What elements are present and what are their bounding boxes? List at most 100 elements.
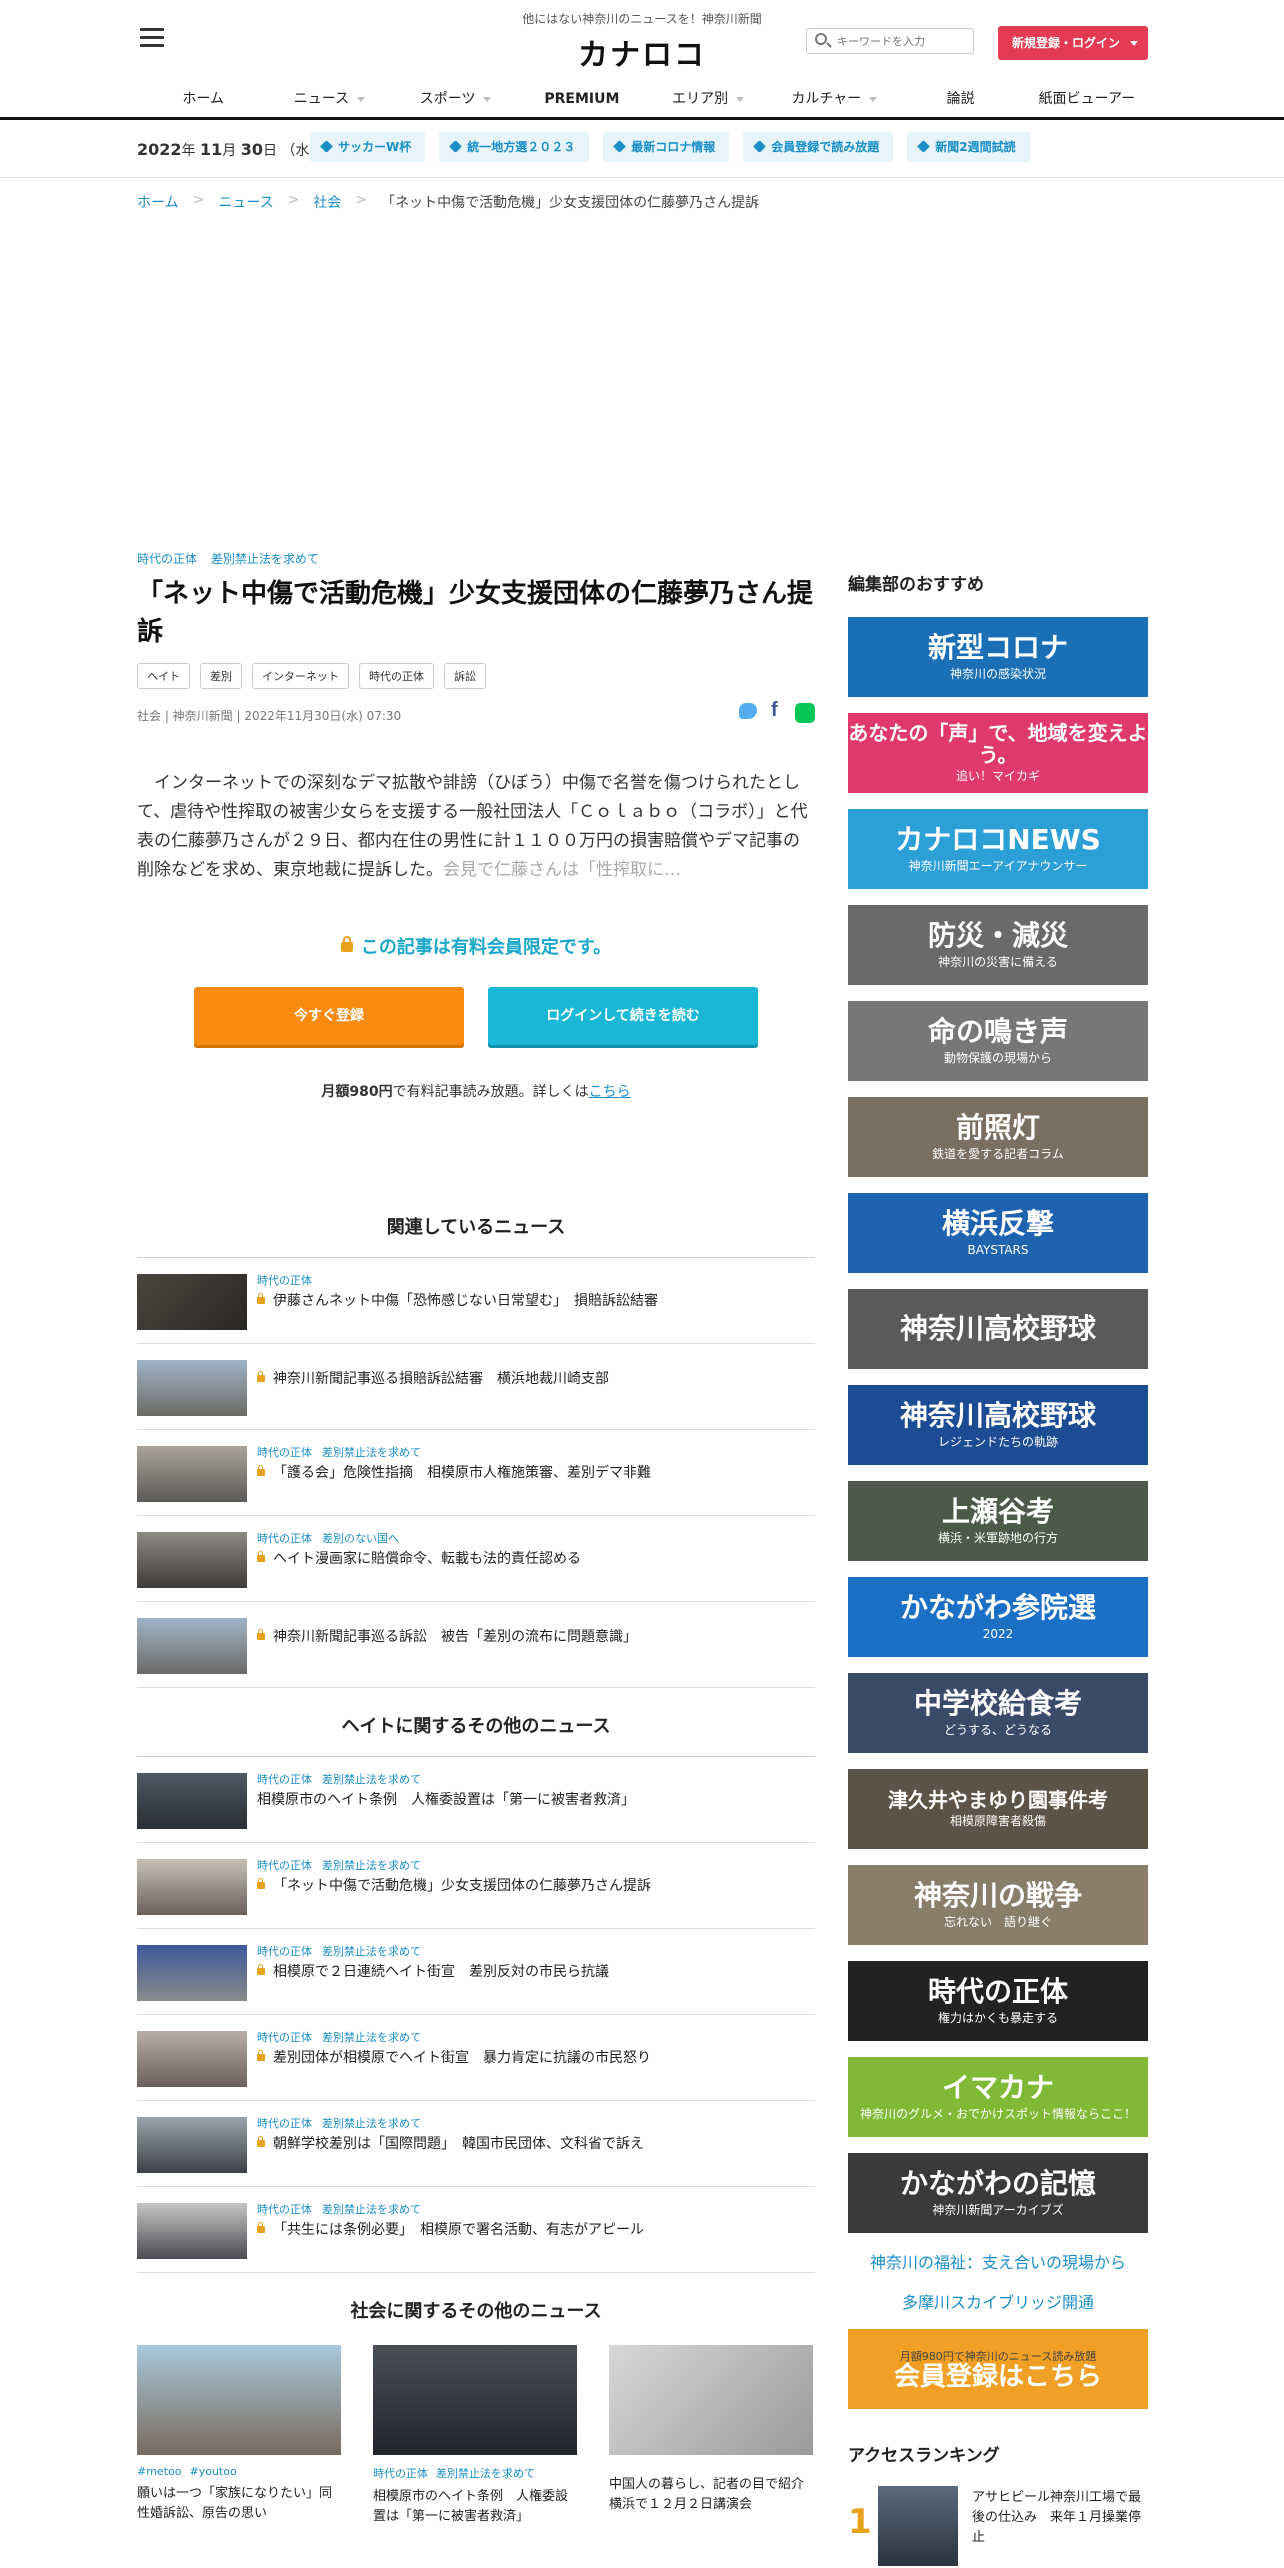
sidebar-link[interactable]: 神奈川の福祉：支え合いの現場から: [848, 2249, 1148, 2273]
news-row[interactable]: 時代の正体 差別禁止法を求めて 相模原市のヘイト条例 人権委設置は「第一に被害者救…: [137, 1757, 815, 1843]
news-tag[interactable]: 差別禁止法を求めて: [322, 1945, 421, 1958]
recommend-banner[interactable]: 前照灯 鉄道を愛する記者コラム: [848, 1097, 1148, 1177]
news-tag[interactable]: 時代の正体: [257, 2203, 312, 2216]
news-row[interactable]: 神奈川新聞記事巡る損賠訴訟結審 横浜地裁川崎支部: [137, 1344, 815, 1430]
category-link[interactable]: 差別禁止法を求めて: [211, 552, 319, 566]
news-headline[interactable]: 朝鮮学校差別は「国際問題」 韓国市民団体、文科省で訴え: [273, 2136, 644, 2152]
news-tag[interactable]: 時代の正体: [257, 1274, 312, 1287]
news-row[interactable]: 時代の正体 差別禁止法を求めて 相模原で２日連続ヘイト街宣 差別反対の市民ら抗議: [137, 1929, 815, 2015]
recommend-banner[interactable]: あなたの「声」で、地域を変えよう。 追い！マイカギ: [848, 713, 1148, 793]
keyword-tag[interactable]: ヘイト: [137, 663, 190, 689]
keyword-tag[interactable]: インターネット: [252, 663, 349, 689]
recommend-banner[interactable]: 新型コロナ 神奈川の感染状況: [848, 617, 1148, 697]
news-tag[interactable]: 差別のない国へ: [322, 1532, 399, 1545]
news-headline[interactable]: 相模原で２日連続ヘイト街宣 差別反対の市民ら抗議: [273, 1964, 609, 1980]
news-row[interactable]: 時代の正体 差別禁止法を求めて 差別団体が相模原でヘイト街宣 暴力肯定に抗議の市民…: [137, 2015, 815, 2101]
recommend-banner[interactable]: 神奈川高校野球 レジェンドたちの軌跡: [848, 1385, 1148, 1465]
news-headline[interactable]: 「ネット中傷で活動危機」少女支援団体の仁藤夢乃さん提訴: [273, 1878, 651, 1894]
ranking-headline[interactable]: アサヒビール神奈川工場で最後の仕込み 来年１月操業停止: [972, 2488, 1148, 2548]
news-tag[interactable]: 時代の正体: [257, 1859, 312, 1872]
news-row[interactable]: 時代の正体 差別禁止法を求めて 「共生には条例必要」 相模原で署名活動、有志がアピ…: [137, 2187, 815, 2273]
news-tag[interactable]: #youtoo: [189, 2465, 236, 2478]
keyword-tag[interactable]: 差別: [200, 663, 242, 689]
news-tag[interactable]: #metoo: [137, 2465, 181, 2478]
news-tag[interactable]: 時代の正体: [257, 1446, 312, 1459]
news-row[interactable]: 時代の正体 伊藤さんネット中傷「恐怖感じない日常望む」 損賠訴訟結審: [137, 1258, 815, 1344]
news-headline[interactable]: 伊藤さんネット中傷「恐怖感じない日常望む」 損賠訴訟結審: [273, 1293, 658, 1309]
news-row[interactable]: 時代の正体 差別のない国へ ヘイト漫画家に賠償命令、転載も法的責任認める: [137, 1516, 815, 1602]
ranking-item[interactable]: 1 アサヒビール神奈川工場で最後の仕込み 来年１月操業停止: [848, 2486, 1148, 2566]
news-row[interactable]: 時代の正体 差別禁止法を求めて 「ネット中傷で活動危機」少女支援団体の仁藤夢乃さん…: [137, 1843, 815, 1929]
news-tag[interactable]: 差別禁止法を求めて: [322, 1446, 421, 1459]
news-headline[interactable]: 神奈川新聞記事巡る損賠訴訟結審 横浜地裁川崎支部: [273, 1371, 609, 1387]
topic-chip[interactable]: 最新コロナ情報: [603, 132, 730, 162]
news-tag[interactable]: 差別禁止法を求めて: [322, 2203, 421, 2216]
recommend-banner[interactable]: かながわ参院選 2022: [848, 1577, 1148, 1657]
topic-chip[interactable]: サッカーW杯: [310, 132, 426, 162]
sidebar-link[interactable]: 多摩川スカイブリッジ開通: [848, 2289, 1148, 2313]
news-tag[interactable]: 差別禁止法を求めて: [322, 1773, 421, 1786]
nav-paper-viewer[interactable]: 紙面ビューアー: [1024, 84, 1150, 114]
search-input[interactable]: [837, 32, 967, 50]
news-tag[interactable]: 差別禁止法を求めて: [322, 2117, 421, 2130]
member-register-banner[interactable]: 月額980円で神奈川のニュース読み放題 会員登録はこちら: [848, 2329, 1148, 2409]
news-row[interactable]: 神奈川新聞記事巡る訴訟 被告「差別の流布に問題意識」: [137, 1602, 815, 1688]
recommend-banner[interactable]: 時代の正体 権力はかくも暴走する: [848, 1961, 1148, 2041]
recommend-banner[interactable]: カナロコNEWS 神奈川新聞エーアイアナウンサー: [848, 809, 1148, 889]
nav-area[interactable]: エリア別: [645, 84, 771, 114]
nav-sports[interactable]: スポーツ: [393, 84, 519, 114]
topic-chip[interactable]: 新聞2週間試読: [907, 132, 1030, 162]
news-card[interactable]: #metoo #youtoo 願いは一つ「家族になりたい」同性婚訴訟、原告の思い: [137, 2345, 341, 2527]
news-row[interactable]: 時代の正体 差別禁止法を求めて 「護る会」危険性指摘 相模原市人権施策審、差別デマ…: [137, 1430, 815, 1516]
news-card[interactable]: 中国人の暮らし、記者の目で紹介 横浜で１２月２日講演会: [609, 2345, 817, 2527]
register-login-button[interactable]: 新規登録・ログイン: [998, 26, 1148, 60]
news-headline[interactable]: 「共生には条例必要」 相模原で署名活動、有志がアピール: [273, 2222, 644, 2238]
nav-culture[interactable]: カルチャー: [771, 84, 897, 114]
recommend-banner[interactable]: 中学校給食考 どうする、どうなる: [848, 1673, 1148, 1753]
recommend-banner[interactable]: 神奈川高校野球: [848, 1289, 1148, 1369]
facebook-icon[interactable]: [771, 699, 781, 722]
recommend-banner[interactable]: イマカナ 神奈川のグルメ・おでかけスポット情報ならここ！: [848, 2057, 1148, 2137]
price-details-link[interactable]: こちら: [589, 1084, 631, 1100]
search-icon[interactable]: [815, 33, 827, 45]
nav-home[interactable]: ホーム: [140, 84, 266, 114]
news-tag[interactable]: 時代の正体: [373, 2467, 428, 2480]
topic-chip[interactable]: 統一地方選２０２３: [439, 132, 590, 162]
recommend-banner[interactable]: 横浜反撃 BAYSTARS: [848, 1193, 1148, 1273]
nav-premium[interactable]: PREMIUM: [519, 84, 645, 114]
breadcrumb-home[interactable]: ホーム: [137, 192, 179, 212]
news-tag[interactable]: 差別禁止法を求めて: [322, 2031, 421, 2044]
news-tag[interactable]: 差別禁止法を求めて: [322, 1859, 421, 1872]
recommend-banner[interactable]: かながわの記憶 神奈川新聞アーカイブズ: [848, 2153, 1148, 2233]
news-card-headline[interactable]: 願いは一つ「家族になりたい」同性婚訴訟、原告の思い: [137, 2484, 341, 2524]
news-card-headline[interactable]: 中国人の暮らし、記者の目で紹介 横浜で１２月２日講演会: [609, 2475, 817, 2515]
news-headline[interactable]: 「護る会」危険性指摘 相模原市人権施策審、差別デマ非難: [273, 1465, 651, 1481]
recommend-banner[interactable]: 防災・減災 神奈川の災害に備える: [848, 905, 1148, 985]
news-tag[interactable]: 時代の正体: [257, 2031, 312, 2044]
news-card-headline[interactable]: 相模原市のヘイト条例 人権委設置は「第一に被害者救済」: [373, 2487, 577, 2527]
twitter-icon[interactable]: [739, 703, 757, 719]
news-card[interactable]: 時代の正体 差別禁止法を求めて 相模原市のヘイト条例 人権委設置は「第一に被害者救…: [373, 2345, 577, 2527]
recommend-banner[interactable]: 神奈川の戦争 忘れない 語り継ぐ: [848, 1865, 1148, 1945]
nav-editorial[interactable]: 論説: [898, 84, 1024, 114]
news-tag[interactable]: 時代の正体: [257, 2117, 312, 2130]
recommend-banner[interactable]: 津久井やまゆり園事件考 相模原障害者殺傷: [848, 1769, 1148, 1849]
nav-news[interactable]: ニュース: [266, 84, 392, 114]
news-tag[interactable]: 時代の正体: [257, 1945, 312, 1958]
recommend-banner[interactable]: 命の鳴き声 動物保護の現場から: [848, 1001, 1148, 1081]
keyword-tag[interactable]: 時代の正体: [359, 663, 434, 689]
news-tag[interactable]: 時代の正体: [257, 1532, 312, 1545]
register-now-button[interactable]: 今すぐ登録: [194, 987, 464, 1045]
news-tag[interactable]: 時代の正体: [257, 1773, 312, 1786]
breadcrumb-news[interactable]: ニュース: [218, 192, 273, 212]
news-headline[interactable]: 相模原市のヘイト条例 人権委設置は「第一に被害者救済」: [257, 1792, 635, 1808]
login-continue-button[interactable]: ログインして続きを読む: [488, 987, 758, 1045]
topic-chip[interactable]: 会員登録で読み放題: [743, 132, 894, 162]
news-headline[interactable]: 神奈川新聞記事巡る訴訟 被告「差別の流布に問題意識」: [273, 1629, 637, 1645]
category-link[interactable]: 時代の正体: [137, 552, 197, 566]
keyword-tag[interactable]: 訴訟: [444, 663, 486, 689]
breadcrumb-society[interactable]: 社会: [313, 192, 341, 212]
news-row[interactable]: 時代の正体 差別禁止法を求めて 朝鮮学校差別は「国際問題」 韓国市民団体、文科省で…: [137, 2101, 815, 2187]
news-headline[interactable]: ヘイト漫画家に賠償命令、転載も法的責任認める: [273, 1551, 581, 1567]
line-icon[interactable]: [795, 703, 815, 723]
